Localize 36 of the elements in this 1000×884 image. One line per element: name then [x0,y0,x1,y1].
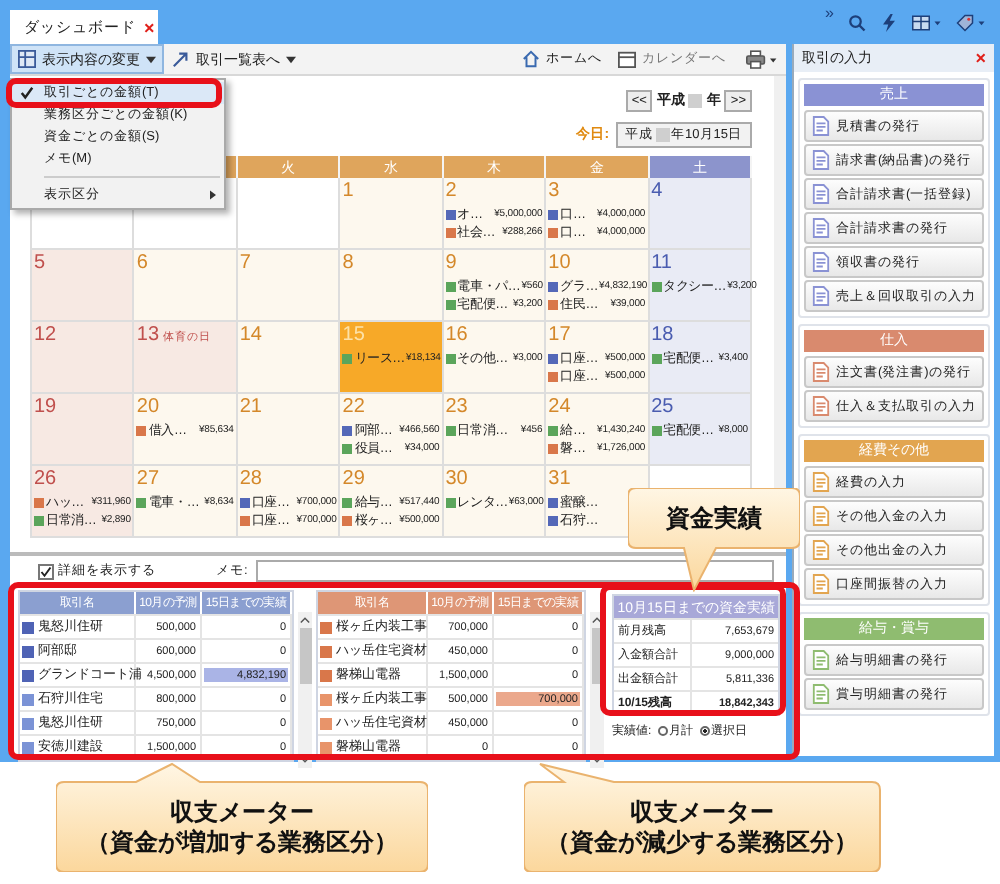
day-number: 2 [445,180,457,202]
day-number: 26 [34,468,57,490]
day-number: 30 [445,468,468,490]
callout-title: 収支メーター [170,797,314,827]
day-number: 1 [342,180,354,202]
day-number: 29 [342,468,365,490]
day-number: 27 [136,468,160,490]
day-number: 4 [651,180,663,202]
day-number: 17 [548,324,571,346]
callout-subtitle: （資金が減少する業務区分） [546,827,858,857]
day-number: 23 [445,396,468,418]
day-number: 20 [136,396,160,418]
callout-title: 収支メーター [630,797,774,827]
callout-title: 資金実績 [666,503,762,533]
day-number: 19 [34,396,57,418]
day-number: 10 [548,252,571,274]
day-number: 22 [342,396,365,418]
day-number: 7 [239,252,251,274]
day-number: 9 [445,252,457,274]
day-number: 6 [136,252,148,274]
day-number: 16 [445,324,468,346]
day-number: 31 [548,468,571,490]
day-number: 12 [34,324,57,346]
day-number: 8 [342,252,354,274]
day-number: 15 [342,324,365,346]
day-number: 14 [239,324,262,346]
day-number: 25 [651,396,674,418]
day-number: 3 [548,180,560,202]
day-number: 18 [651,324,674,346]
day-number: 5 [34,252,46,274]
day-number: 28 [239,468,262,490]
day-number: 24 [548,396,571,418]
day-number: 11 [651,252,672,274]
callout-subtitle: （資金が増加する業務区分） [86,827,398,857]
day-number: 21 [239,396,262,418]
day-number: 13 [136,324,160,346]
